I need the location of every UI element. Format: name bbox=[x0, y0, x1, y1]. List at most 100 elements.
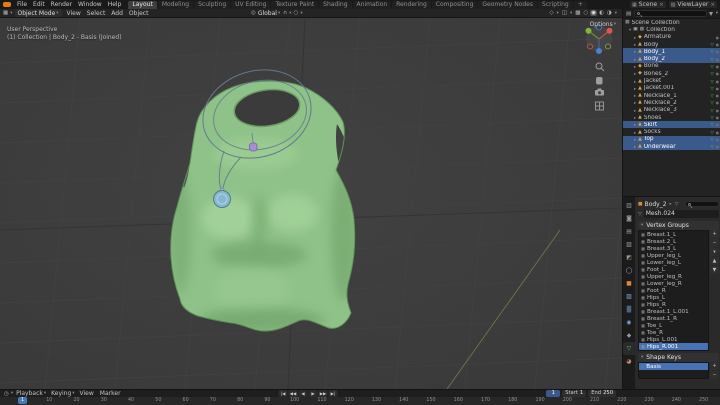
move-vertex-group-up-button[interactable]: ▲ bbox=[710, 257, 719, 265]
timeline-menu-item[interactable]: View bbox=[78, 390, 98, 397]
add-shape-key-button[interactable]: + bbox=[710, 362, 719, 370]
hide-in-viewport-toggle[interactable]: ● bbox=[716, 71, 719, 76]
add-vertex-group-button[interactable]: + bbox=[710, 230, 719, 238]
workspace-tab[interactable]: Modeling bbox=[157, 1, 194, 9]
outliner-editor-icon[interactable]: ▤ bbox=[625, 11, 632, 17]
workspace-tab[interactable]: Shading bbox=[319, 1, 352, 9]
outliner-item[interactable]: ▸ ▲ Jacket.001 ▽ ● bbox=[623, 85, 720, 92]
previous-keyframe-button[interactable]: ◀◀ bbox=[288, 390, 298, 397]
vertex-group-row[interactable]: ▦ Hips_R.001 bbox=[639, 343, 708, 350]
properties-tab[interactable]: ▥ bbox=[623, 199, 635, 212]
hide-in-viewport-toggle[interactable]: ● bbox=[716, 100, 719, 105]
vertex-group-row[interactable]: ▦ Upper_leg_R bbox=[639, 273, 708, 280]
filter-dropdown-icon[interactable]: ▾ bbox=[715, 11, 719, 16]
jump-to-end-button[interactable]: ▶| bbox=[328, 390, 338, 397]
vertex-group-row[interactable]: ▦ Breast.2_L bbox=[639, 238, 708, 245]
viewport-menu-item[interactable]: Object bbox=[126, 10, 152, 17]
panel-collapse-icon[interactable]: ▾ bbox=[640, 223, 644, 228]
expand-arrow-icon[interactable]: ▸ bbox=[634, 137, 636, 142]
workspace-tab[interactable]: + bbox=[573, 1, 587, 9]
properties-tab[interactable]: ◉ bbox=[623, 316, 635, 329]
expand-arrow-icon[interactable]: ▸ bbox=[634, 122, 636, 127]
jump-to-start-button[interactable]: |◀ bbox=[278, 390, 288, 397]
vertex-group-row[interactable]: ▦ Foot_R bbox=[639, 287, 708, 294]
hide-in-viewport-toggle[interactable]: ● bbox=[716, 130, 719, 135]
outliner-item[interactable]: ▸ ▲ Necklace_1 ▽ ● bbox=[623, 92, 720, 99]
outliner-item[interactable]: ▸ ▲ Body ▽ ● bbox=[623, 41, 720, 48]
vertex-group-row[interactable]: ▦ Breast.3_L bbox=[639, 245, 708, 252]
remove-vertex-group-button[interactable]: − bbox=[710, 239, 719, 247]
breadcrumb-object-label[interactable]: Body_2 bbox=[645, 201, 667, 208]
vertex-group-row[interactable]: ▦ Breast.1_R bbox=[639, 315, 708, 322]
outliner-item[interactable]: ▸ ▲ Top ▽ ● bbox=[623, 135, 720, 144]
vertex-group-row[interactable]: ▦ Hips_R bbox=[639, 301, 708, 308]
outliner-search-input[interactable] bbox=[634, 10, 707, 17]
overlays-dropdown-icon[interactable]: ▾ bbox=[569, 11, 573, 16]
properties-tab[interactable]: ▧ bbox=[623, 238, 635, 251]
timeline-menu-item[interactable]: Marker bbox=[98, 390, 125, 397]
viewport-menu-item[interactable]: View bbox=[64, 10, 84, 17]
hide-in-viewport-toggle[interactable]: ● bbox=[716, 144, 719, 149]
hide-in-viewport-toggle[interactable]: ● bbox=[716, 93, 719, 98]
expand-arrow-icon[interactable]: ▸ bbox=[634, 100, 636, 105]
workspace-tab[interactable]: Layout bbox=[128, 1, 157, 9]
play-button[interactable]: ▶ bbox=[308, 390, 318, 397]
workspace-tab[interactable]: Rendering bbox=[392, 1, 431, 9]
unlink-scene-icon[interactable]: × bbox=[659, 2, 664, 8]
shape-keys-panel-header[interactable]: ▾ Shape Keys bbox=[638, 353, 719, 362]
topbar-menu-item[interactable]: Window bbox=[75, 1, 105, 8]
properties-tab[interactable]: ▽ bbox=[623, 342, 635, 355]
timeline-ruler[interactable]: 0102030405060708090100110120130140150160… bbox=[0, 397, 720, 405]
start-frame-field[interactable]: Start 1 bbox=[562, 390, 587, 397]
viewport-move-icon[interactable] bbox=[596, 77, 603, 85]
vertex-group-row[interactable]: ▦ Breast.1_L.001 bbox=[639, 308, 708, 315]
blender-logo-icon[interactable] bbox=[3, 2, 11, 7]
outliner-scene-collection[interactable]: ▦ Scene Collection bbox=[623, 19, 720, 26]
timeline-menu-item[interactable]: Keying ▾ bbox=[49, 390, 77, 397]
hide-in-viewport-toggle[interactable]: ● bbox=[716, 108, 719, 113]
orientation-dropdown[interactable]: Global ▾ bbox=[257, 10, 282, 17]
workspace-tab[interactable]: Sculpting bbox=[194, 1, 231, 9]
move-vertex-group-down-button[interactable]: ▼ bbox=[710, 266, 719, 274]
expand-arrow-icon[interactable]: ▸ bbox=[634, 42, 636, 47]
filter-icon[interactable] bbox=[708, 11, 713, 16]
expand-arrow-icon[interactable]: ▸ bbox=[634, 86, 636, 91]
timeline-editor-icon[interactable]: ◷ bbox=[3, 391, 10, 397]
shading-rendered-icon[interactable]: ◑ bbox=[606, 10, 613, 16]
vertex-group-row[interactable]: ▦ Toe_R bbox=[639, 329, 708, 336]
workspace-tab[interactable]: Compositing bbox=[431, 1, 478, 9]
expand-arrow-icon[interactable]: ▸ bbox=[634, 144, 636, 149]
properties-tab[interactable]: ■ bbox=[623, 277, 635, 290]
hide-in-viewport-toggle[interactable]: ● bbox=[716, 137, 719, 142]
vertex-group-specials-button[interactable]: ▾ bbox=[710, 248, 719, 256]
properties-tab[interactable]: ◯ bbox=[623, 264, 635, 277]
expand-arrow-icon[interactable]: ▸ bbox=[634, 35, 636, 40]
vertex-group-row[interactable]: ▦ Upper_leg_L bbox=[639, 252, 708, 259]
mesh-name-field[interactable]: Mesh.024 bbox=[643, 210, 719, 218]
outliner-item[interactable]: ▸ ◆ Armature ● bbox=[623, 34, 720, 41]
shape-key-row[interactable]: ◇ Basis bbox=[639, 363, 708, 370]
pivot-point-icon[interactable]: ◎ bbox=[250, 10, 257, 16]
vertex-group-row[interactable]: ▦ Hips_L bbox=[639, 294, 708, 301]
outliner-item[interactable]: ▸ ▲ Necklace_2 ▽ ● bbox=[623, 99, 720, 106]
vertex-group-row[interactable]: ▦ Breast.1_L bbox=[639, 231, 708, 238]
options-dropdown[interactable]: Options ▾ bbox=[590, 21, 617, 28]
topbar-menu-item[interactable]: File bbox=[14, 1, 30, 8]
view-layer-selector[interactable]: ▧ ViewLayer × bbox=[668, 1, 717, 8]
properties-tab[interactable]: ▤ bbox=[623, 225, 635, 238]
hide-in-viewport-toggle[interactable]: ● bbox=[716, 86, 719, 91]
panel-collapse-icon[interactable]: ▾ bbox=[640, 355, 644, 360]
expand-arrow-icon[interactable]: ▸ bbox=[634, 130, 636, 135]
outliner-item[interactable]: ▸ ◆ Bone ▽ ● bbox=[623, 63, 720, 70]
hide-in-viewport-toggle[interactable]: ● bbox=[716, 49, 719, 54]
expand-arrow-icon[interactable]: ▸ bbox=[634, 93, 636, 98]
expand-arrow-icon[interactable]: ▸ bbox=[634, 108, 636, 113]
proportional-editing-icon[interactable]: ○ bbox=[293, 10, 300, 16]
remove-shape-key-button[interactable]: − bbox=[710, 371, 719, 379]
editor-type-icon[interactable]: ▦ bbox=[2, 10, 9, 16]
vertex-groups-panel-header[interactable]: ▾ Vertex Groups bbox=[638, 221, 719, 230]
shading-dropdown-icon[interactable]: ▾ bbox=[614, 11, 618, 16]
outliner-item[interactable]: ▸ ▲ Shoes ▽ ● bbox=[623, 114, 720, 121]
hide-in-viewport-toggle[interactable]: ● bbox=[716, 57, 719, 62]
outliner-item[interactable]: ▸ ▲ Body_1 ▽ ● bbox=[623, 48, 720, 56]
